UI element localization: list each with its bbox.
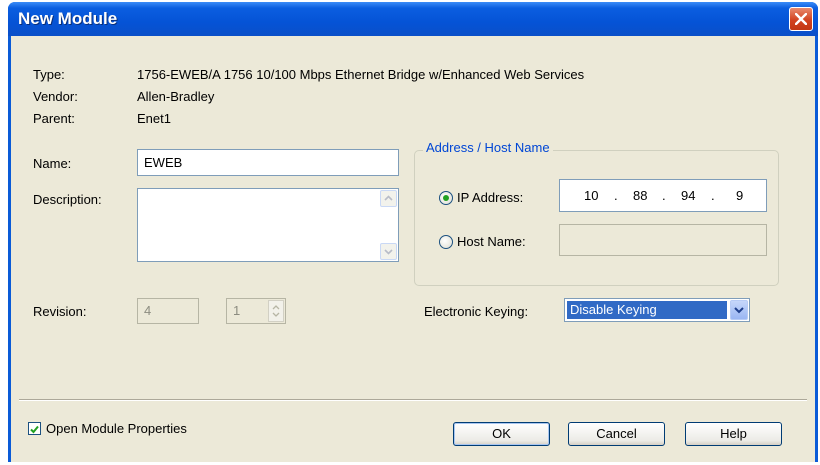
description-scrollbar[interactable] — [380, 190, 397, 260]
title-bar[interactable]: New Module — [8, 2, 818, 36]
address-group-title: Address / Host Name — [423, 140, 553, 155]
vendor-label: Vendor: — [33, 89, 78, 104]
ip-address-label: IP Address: — [457, 190, 524, 205]
revision-major-input[interactable]: 4 — [137, 298, 199, 324]
host-name-input[interactable] — [559, 224, 767, 256]
name-label: Name: — [33, 156, 72, 171]
revision-major-value: 4 — [144, 303, 152, 318]
close-icon — [795, 13, 807, 25]
close-button[interactable] — [789, 7, 813, 31]
type-value: 1756-EWEB/A 1756 10/100 Mbps Ethernet Br… — [137, 67, 585, 82]
ip-dot-1: . — [614, 188, 618, 203]
dialog-body: Type: 1756-EWEB/A 1756 10/100 Mbps Ether… — [11, 36, 815, 462]
dialog-title: New Module — [18, 9, 118, 28]
scroll-down-button[interactable] — [380, 243, 397, 260]
radio-selected-dot — [443, 195, 449, 201]
ip-octet-2[interactable]: 88 — [633, 188, 647, 203]
chevron-up-icon — [384, 195, 393, 201]
description-label: Description: — [33, 192, 102, 207]
description-textarea[interactable] — [137, 188, 399, 262]
scroll-up-button[interactable] — [380, 190, 397, 207]
help-button[interactable]: Help — [685, 422, 782, 446]
footer-separator — [19, 399, 807, 401]
spinner-buttons[interactable] — [268, 300, 284, 322]
address-host-groupbox — [414, 150, 779, 286]
type-label: Type: — [33, 67, 65, 82]
ip-octet-1[interactable]: 10 — [584, 188, 598, 203]
new-module-dialog: New Module Type: 1756-EWEB/A 1756 10/100… — [8, 2, 818, 462]
open-module-properties-checkbox[interactable] — [28, 422, 41, 435]
parent-label: Parent: — [33, 111, 75, 126]
name-input[interactable]: EWEB — [137, 149, 399, 176]
vendor-value: Allen-Bradley — [137, 89, 215, 104]
dropdown-button[interactable] — [730, 300, 748, 320]
electronic-keying-select[interactable]: Disable Keying — [564, 298, 750, 322]
ip-address-input[interactable]: 10 . 88 . 94 . 9 — [559, 179, 767, 212]
checkmark-icon — [30, 425, 39, 434]
revision-minor-value: 1 — [233, 303, 241, 318]
electronic-keying-value: Disable Keying — [567, 301, 727, 319]
ip-octet-3[interactable]: 94 — [681, 188, 695, 203]
open-module-properties-label: Open Module Properties — [46, 421, 187, 436]
ip-octet-4[interactable]: 9 — [736, 188, 743, 203]
revision-minor-spinner[interactable]: 1 — [226, 298, 286, 324]
chevron-down-icon — [734, 307, 744, 314]
host-name-radio[interactable] — [439, 235, 453, 249]
chevron-down-icon — [384, 249, 393, 255]
electronic-keying-label: Electronic Keying: — [424, 304, 529, 319]
spinner-arrows-icon — [272, 305, 280, 317]
ip-dot-3: . — [711, 188, 715, 203]
parent-value: Enet1 — [137, 111, 171, 126]
ok-button[interactable]: OK — [453, 422, 550, 446]
name-input-value: EWEB — [144, 155, 183, 170]
ip-address-radio[interactable] — [439, 191, 453, 205]
revision-label: Revision: — [33, 304, 87, 319]
cancel-button[interactable]: Cancel — [568, 422, 665, 446]
host-name-label: Host Name: — [457, 234, 526, 249]
ip-dot-2: . — [662, 188, 666, 203]
